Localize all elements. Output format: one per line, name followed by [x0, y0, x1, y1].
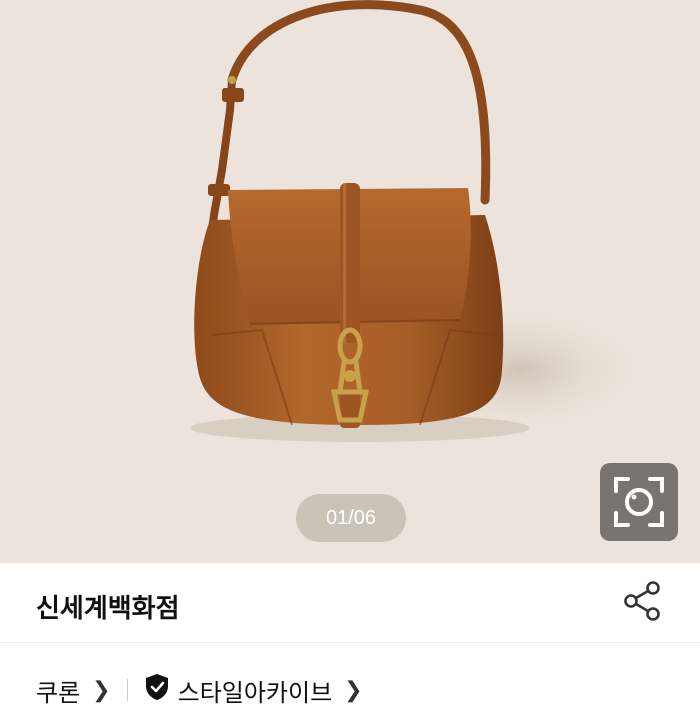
breadcrumb-label: 스타일아카이브 [177, 678, 333, 707]
breadcrumb-separator [126, 679, 128, 701]
divider [0, 642, 700, 643]
image-search-button[interactable] [600, 463, 678, 541]
image-counter: 01/06 [296, 494, 406, 542]
product-image-gallery[interactable]: 01/06 [0, 0, 700, 563]
chevron-right-icon: ❯ [344, 677, 363, 703]
product-image [190, 0, 660, 442]
verified-shield-icon [144, 673, 170, 707]
breadcrumb-shop[interactable]: 스타일아카이브 ❯ [144, 673, 363, 708]
breadcrumb-label: 쿠론 [36, 678, 81, 707]
camera-lens-icon [614, 477, 664, 527]
breadcrumb: 쿠론 ❯ 스타일아카이브 ❯ [36, 672, 363, 708]
share-button[interactable] [620, 578, 666, 624]
breadcrumb-brand[interactable]: 쿠론 ❯ [36, 673, 111, 708]
chevron-right-icon: ❯ [92, 677, 111, 703]
store-name[interactable]: 신세계백화점 [36, 588, 180, 625]
share-icon [624, 581, 660, 621]
